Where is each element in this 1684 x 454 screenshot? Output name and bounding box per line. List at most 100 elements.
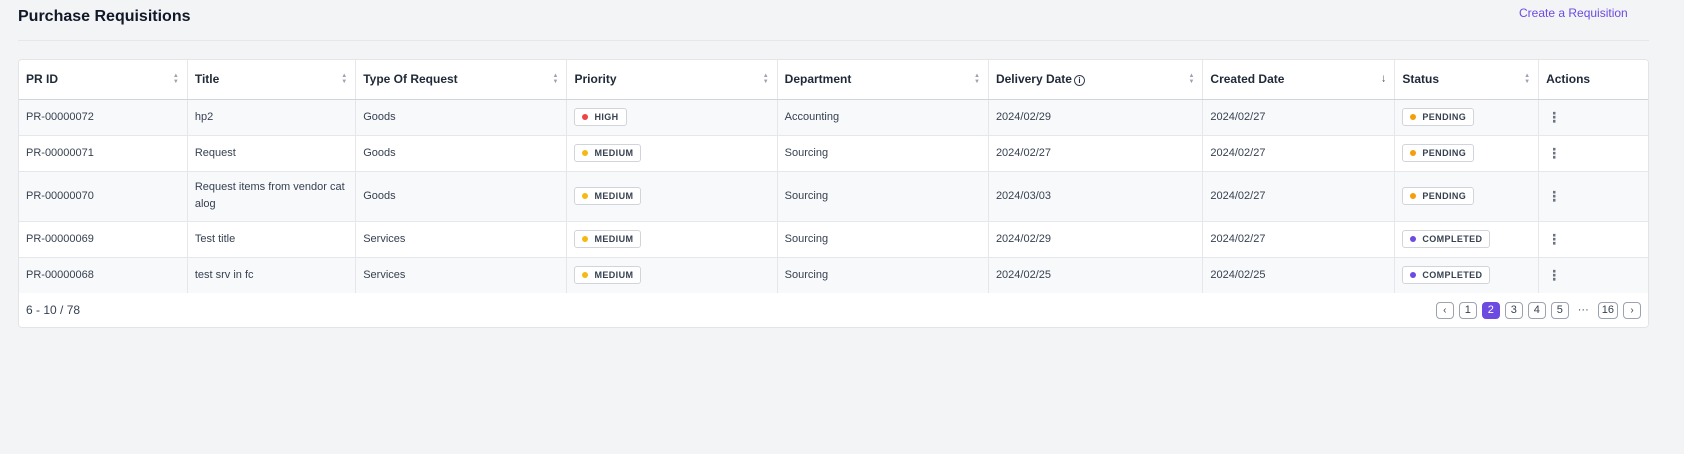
kebab-menu-icon[interactable]: ⋮	[1546, 268, 1562, 282]
status-label: PENDING	[1422, 112, 1467, 122]
status-cell: PENDING	[1394, 135, 1540, 172]
created-date-cell: 2024/02/27	[1202, 99, 1396, 136]
sort-icon[interactable]: ▲ ▼	[173, 73, 179, 85]
status-badge: PENDING	[1402, 144, 1475, 162]
pr-title-cell: test srv in fc	[187, 257, 357, 294]
kebab-menu-icon[interactable]: ⋮	[1546, 110, 1562, 124]
department-cell: Sourcing	[777, 221, 989, 258]
priority-badge: MEDIUM	[574, 266, 642, 284]
delivery-date-cell: 2024/02/29	[988, 99, 1204, 136]
page-button-3[interactable]: 3	[1504, 301, 1523, 319]
sort-icon[interactable]: ▲ ▼	[553, 73, 559, 85]
page-button-1[interactable]: 1	[1458, 301, 1477, 319]
sort-icon[interactable]: ▲ ▼	[1188, 73, 1194, 85]
priority-dot	[582, 150, 589, 156]
page-button-last[interactable]: 16	[1597, 301, 1618, 319]
column-header-status[interactable]: Status ▲ ▼	[1394, 60, 1540, 100]
column-header-label: Priority	[574, 72, 617, 87]
priority-badge: MEDIUM	[574, 144, 642, 162]
table-row[interactable]: PR-00000071 Request Goods MEDIUM Sourcing 202…	[19, 135, 1648, 172]
column-header-label: Delivery Date	[995, 72, 1072, 87]
department-cell: Sourcing	[777, 135, 989, 172]
table-header: PR ID ▲ ▼ Title ▲ ▼ Type Of Request ▲ ▼ Priori…	[19, 60, 1648, 100]
table-row[interactable]: PR-00000068 test srv in fc Services MEDIUM S…	[19, 257, 1648, 294]
priority-label: MEDIUM	[594, 270, 634, 280]
pr-title-cell: Request	[187, 135, 357, 172]
kebab-menu-icon[interactable]: ⋮	[1546, 232, 1562, 246]
pr-title: hp2	[194, 110, 214, 123]
table-row[interactable]: PR-00000072 hp2 Goods HIGH Accounting 2024/02…	[19, 99, 1648, 136]
page-title: Purchase Requisitions	[18, 8, 191, 25]
table-footer: 6 - 10 / 78 ‹ 1 2 3 4 5 ··· 16 ›	[19, 293, 1648, 327]
requisitions-table-card: PR ID ▲ ▼ Title ▲ ▼ Type Of Request ▲ ▼ Priori…	[18, 59, 1649, 328]
sort-icon[interactable]: ▲ ▼	[341, 73, 347, 85]
sort-icon[interactable]: ▲ ▼	[974, 73, 980, 85]
pr-title: Request items from vendor catalog	[194, 181, 345, 210]
actions-cell: ⋮	[1538, 135, 1648, 172]
created-date: 2024/02/25	[1210, 269, 1266, 281]
page-button-2[interactable]: 2	[1481, 301, 1500, 319]
prev-page-button[interactable]: ‹	[1435, 301, 1454, 319]
status-badge: COMPLETED	[1402, 230, 1491, 248]
created-date: 2024/02/27	[1210, 111, 1266, 123]
info-icon[interactable]: i	[1073, 74, 1085, 86]
column-header-created-date[interactable]: Created Date ↓	[1202, 60, 1396, 100]
column-header-type-of-request[interactable]: Type Of Request ▲ ▼	[355, 60, 568, 100]
status-dot	[1410, 150, 1417, 156]
created-date: 2024/02/27	[1210, 190, 1266, 202]
priority-cell: MEDIUM	[566, 257, 778, 294]
request-type: Goods	[363, 190, 396, 202]
column-header-title[interactable]: Title ▲ ▼	[187, 60, 357, 100]
pr-id: PR-00000071	[26, 147, 94, 159]
department: Sourcing	[784, 147, 829, 159]
priority-dot	[582, 236, 589, 242]
pagination-range: 6 - 10 / 78	[26, 303, 81, 317]
request-type: Goods	[363, 147, 396, 159]
status-dot	[1410, 114, 1417, 120]
created-date-cell: 2024/02/27	[1202, 221, 1396, 258]
priority-cell: MEDIUM	[566, 171, 778, 222]
status-label: PENDING	[1422, 148, 1467, 158]
priority-label: MEDIUM	[594, 191, 634, 201]
table-row[interactable]: PR-00000070 Request items from vendor cat…	[19, 171, 1648, 222]
column-header-label: Title	[194, 72, 220, 87]
department-cell: Sourcing	[777, 257, 989, 294]
kebab-menu-icon[interactable]: ⋮	[1546, 189, 1562, 203]
department-cell: Accounting	[777, 99, 989, 136]
sort-desc-icon[interactable]: ↓	[1381, 73, 1387, 85]
created-date-cell: 2024/02/27	[1202, 171, 1396, 222]
department: Sourcing	[784, 190, 829, 202]
priority-dot	[582, 114, 589, 120]
pagination: ‹ 1 2 3 4 5 ··· 16 ›	[1435, 301, 1641, 319]
delivery-date: 2024/02/29	[995, 233, 1051, 245]
column-header-delivery-date[interactable]: Delivery Date i ▲ ▼	[988, 60, 1204, 100]
pr-id: PR-00000068	[26, 269, 94, 281]
column-header-label: Status	[1402, 72, 1440, 87]
pr-id-cell: PR-00000070	[19, 171, 188, 222]
priority-cell: MEDIUM	[566, 135, 778, 172]
next-page-button[interactable]: ›	[1623, 301, 1641, 319]
sort-icon[interactable]: ▲ ▼	[763, 73, 769, 85]
pr-id: PR-00000069	[26, 233, 94, 245]
column-header-pr-id[interactable]: PR ID ▲ ▼	[19, 60, 188, 100]
column-header-priority[interactable]: Priority ▲ ▼	[566, 60, 778, 100]
status-badge: COMPLETED	[1402, 266, 1491, 284]
page-button-5[interactable]: 5	[1550, 301, 1569, 319]
priority-badge: MEDIUM	[574, 187, 642, 205]
pr-title: Request	[194, 146, 236, 159]
status-badge: PENDING	[1402, 108, 1475, 126]
column-header-department[interactable]: Department ▲ ▼	[777, 60, 989, 100]
column-header-label: Created Date	[1210, 72, 1285, 87]
created-date-cell: 2024/02/27	[1202, 135, 1396, 172]
department-cell: Sourcing	[777, 171, 989, 222]
kebab-menu-icon[interactable]: ⋮	[1546, 146, 1562, 160]
sort-icon[interactable]: ▲ ▼	[1524, 73, 1530, 85]
pr-id: PR-00000072	[26, 111, 94, 123]
page-button-4[interactable]: 4	[1527, 301, 1546, 319]
delivery-date-cell: 2024/02/25	[988, 257, 1204, 294]
create-requisition-link[interactable]: Create a Requisition	[1519, 6, 1628, 20]
table-row[interactable]: PR-00000069 Test title Services MEDIUM Sourc…	[19, 221, 1648, 258]
request-type-cell: Goods	[355, 171, 568, 222]
status-badge: PENDING	[1402, 187, 1475, 205]
request-type-cell: Services	[355, 221, 568, 258]
